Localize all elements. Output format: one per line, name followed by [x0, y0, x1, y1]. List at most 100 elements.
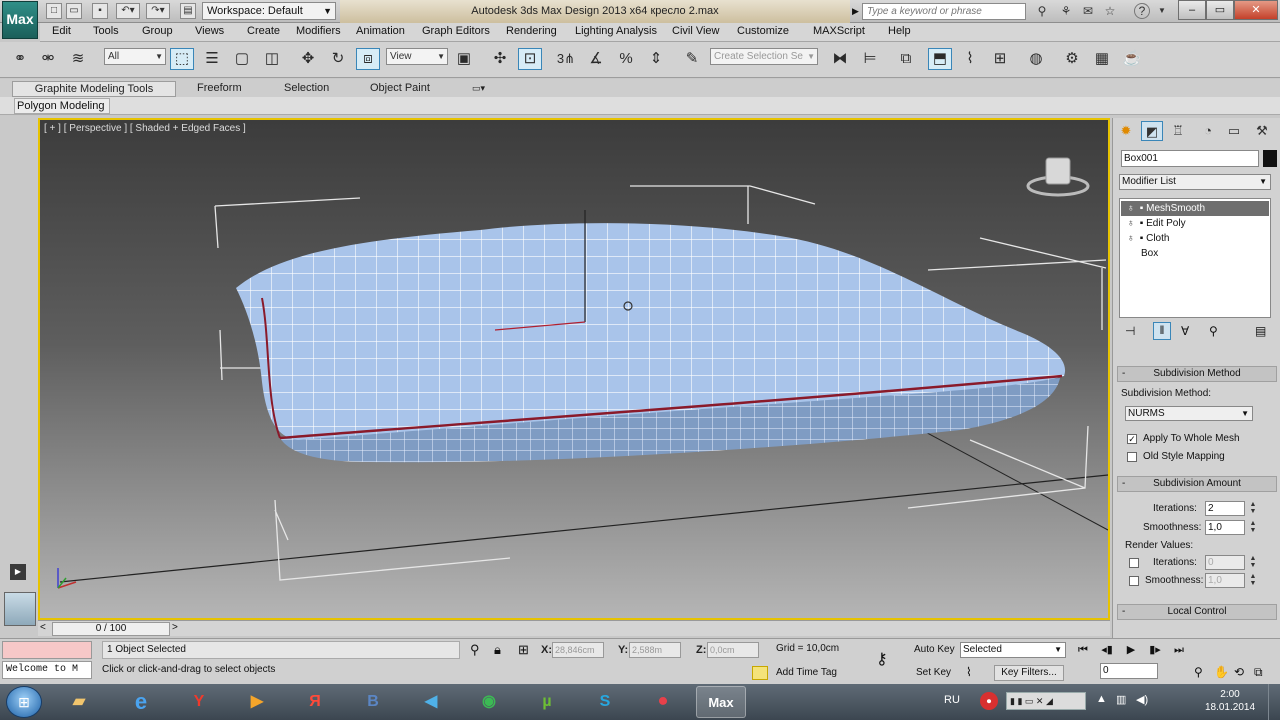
yandex-browser-icon[interactable]: Я — [290, 686, 340, 718]
time-tag-icon[interactable] — [752, 666, 768, 680]
curve-editor-icon[interactable]: ⌇ — [958, 48, 982, 70]
next-frame-icon[interactable]: ▮▸ — [1146, 642, 1164, 658]
set-key-button[interactable]: Set Key — [916, 665, 958, 682]
recorder-tray-icon[interactable]: ⏺ — [980, 692, 998, 710]
menu-edit[interactable]: Edit — [52, 25, 71, 37]
selection-lock-icon[interactable]: 🔒︎ — [494, 642, 501, 658]
3dsmax-icon[interactable]: Max — [696, 686, 746, 718]
pivot-center-icon[interactable]: ▣ — [452, 48, 476, 70]
rollout-subdivision-amount[interactable]: - Subdivision Amount — [1117, 476, 1277, 492]
go-to-start-icon[interactable]: ⏮ — [1074, 642, 1092, 658]
menu-views[interactable]: Views — [195, 25, 224, 37]
configure-sets-icon[interactable]: ▤ — [1255, 324, 1266, 338]
spinner-snap-icon[interactable]: ⇕ — [644, 48, 668, 70]
angle-snap-icon[interactable]: ∡ — [584, 48, 608, 70]
show-end-result-icon[interactable]: ‖ — [1153, 322, 1171, 340]
motion-tab-icon[interactable]: ◔ — [1197, 121, 1219, 141]
utilities-tab-icon[interactable]: ⚒ — [1251, 121, 1273, 141]
maximize-viewport-icon[interactable]: ⧉ — [1254, 665, 1263, 680]
vk-icon[interactable]: В — [348, 686, 398, 718]
iterations-input[interactable]: 2 — [1205, 501, 1245, 516]
remove-modifier-icon[interactable]: ⚲ — [1209, 324, 1218, 338]
stack-item-edit-poly[interactable]: ♁ ▪ Edit Poly — [1121, 216, 1269, 231]
show-desktop-button[interactable] — [1268, 684, 1280, 720]
workspace-dropdown[interactable]: Workspace: Default ▼ — [202, 2, 336, 20]
menu-tools[interactable]: Tools — [93, 25, 119, 37]
iterations-spinner[interactable]: ▲ ▼ — [1249, 501, 1257, 515]
pin-stack-icon[interactable]: ⊣ — [1125, 324, 1135, 338]
favorites-icon[interactable]: ☆ — [1102, 3, 1118, 19]
schematic-view-icon[interactable]: ⊞ — [988, 48, 1012, 70]
select-by-name-icon[interactable]: ☰ — [200, 48, 224, 70]
chrome-icon[interactable]: ◉ — [464, 686, 514, 718]
menu-group[interactable]: Group — [142, 25, 173, 37]
render-smoothness-checkbox[interactable] — [1129, 576, 1139, 586]
tab-selection[interactable]: Selection — [284, 81, 329, 97]
menu-create[interactable]: Create — [247, 25, 280, 37]
x-coordinate-field[interactable]: 28,846cm — [552, 642, 604, 658]
bind-space-warp-icon[interactable]: ≋ — [66, 48, 90, 70]
app-logo-button[interactable]: Max — [2, 1, 38, 39]
current-frame-field[interactable]: 0 — [1100, 663, 1158, 679]
named-selection-dropdown[interactable]: Create Selection Se ▼ — [710, 48, 818, 65]
select-manipulate-icon[interactable]: ✣ — [488, 48, 512, 70]
material-editor-icon[interactable]: ◍ — [1024, 48, 1048, 70]
close-button[interactable]: ✕ — [1234, 0, 1278, 20]
rollout-local-control[interactable]: - Local Control — [1117, 604, 1277, 620]
tab-graphite-modeling-tools[interactable]: Graphite Modeling Tools — [12, 81, 176, 97]
stack-item-box[interactable]: Box — [1121, 246, 1269, 261]
network-icon[interactable]: ▥ — [1116, 693, 1126, 706]
create-tab-icon[interactable]: ✹ — [1115, 121, 1137, 141]
reference-coordinate-dropdown[interactable]: View ▼ — [386, 48, 448, 65]
modifier-list-dropdown[interactable]: Modifier List ▼ — [1119, 174, 1271, 190]
save-icon[interactable]: ▪ — [92, 3, 108, 19]
object-name-field[interactable]: Box001 — [1121, 150, 1259, 167]
menu-modifiers[interactable]: Modifiers — [296, 25, 341, 37]
rollout-subdivision-method[interactable]: - Subdivision Method — [1117, 366, 1277, 382]
edit-named-selection-icon[interactable]: ✎ — [680, 48, 704, 70]
graphite-toggle-icon[interactable]: ⬒ — [928, 48, 952, 70]
lightbulb-icon[interactable]: ♁ — [1127, 201, 1137, 216]
time-slider[interactable]: 0 / 100 — [52, 622, 170, 636]
language-indicator[interactable]: RU — [944, 694, 960, 706]
smoothness-spinner[interactable]: ▲ ▼ — [1249, 520, 1257, 534]
mirror-icon[interactable]: ⧓ — [828, 48, 852, 70]
menu-animation[interactable]: Animation — [356, 25, 405, 37]
zoom-icon[interactable]: ⚲ — [1194, 665, 1203, 679]
rotate-icon[interactable]: ↻ — [326, 48, 350, 70]
minimize-button[interactable]: ‒ — [1178, 0, 1206, 20]
isolate-selection-icon[interactable]: ⚲ — [470, 642, 480, 658]
ribbon-options-icon[interactable]: ▭▾ — [472, 81, 485, 97]
open-file-icon[interactable]: ▭ — [66, 3, 82, 19]
scale-icon[interactable]: ⧈ — [356, 48, 380, 70]
render-production-icon[interactable]: ☕ — [1120, 48, 1144, 70]
play-icon[interactable]: ▶ — [1122, 642, 1140, 658]
hierarchy-tab-icon[interactable]: ♖ — [1167, 121, 1189, 141]
menu-civil-view[interactable]: Civil View — [672, 25, 719, 37]
old-style-mapping-checkbox[interactable] — [1127, 452, 1137, 462]
move-icon[interactable]: ✥ — [296, 48, 320, 70]
link-icon[interactable]: ⚭ — [8, 48, 32, 70]
tab-freeform[interactable]: Freeform — [197, 81, 242, 97]
project-folder-icon[interactable]: ▤ — [180, 3, 196, 19]
menu-help[interactable]: Help — [888, 25, 911, 37]
snaps-toggle-icon[interactable]: 3⋔ — [554, 48, 578, 70]
perspective-viewport[interactable]: [ + ] [ Perspective ] [ Shaded + Edged F… — [38, 118, 1110, 620]
key-filters-button[interactable]: Key Filters... — [994, 665, 1064, 681]
render-smoothness-input[interactable]: 1,0 — [1205, 573, 1245, 588]
search-input[interactable]: Type a keyword or phrase — [862, 3, 1026, 20]
explorer-icon[interactable]: ▰ — [54, 686, 104, 718]
pan-icon[interactable]: ✋ — [1214, 665, 1229, 679]
chevron-down-icon[interactable]: ▼ — [1154, 3, 1170, 19]
stack-item-meshsmooth[interactable]: ♁ ▪ MeshSmooth — [1121, 201, 1269, 216]
undo-icon[interactable]: ↶▾ — [116, 3, 140, 19]
absolute-mode-icon[interactable]: ⊞ — [518, 642, 529, 658]
rendered-frame-window-icon[interactable]: ▦ — [1090, 48, 1114, 70]
menu-lighting-analysis[interactable]: Lighting Analysis — [575, 25, 657, 37]
volume-icon[interactable]: ◀) — [1136, 693, 1148, 706]
tray-chevron-icon[interactable]: ▲ — [1096, 693, 1107, 705]
sound-icon[interactable]: ◀ — [406, 686, 456, 718]
align-icon[interactable]: ⊨ — [858, 48, 882, 70]
key-mode-dropdown[interactable]: Selected ▼ — [960, 642, 1066, 658]
percent-snap-icon[interactable]: % — [614, 48, 638, 70]
